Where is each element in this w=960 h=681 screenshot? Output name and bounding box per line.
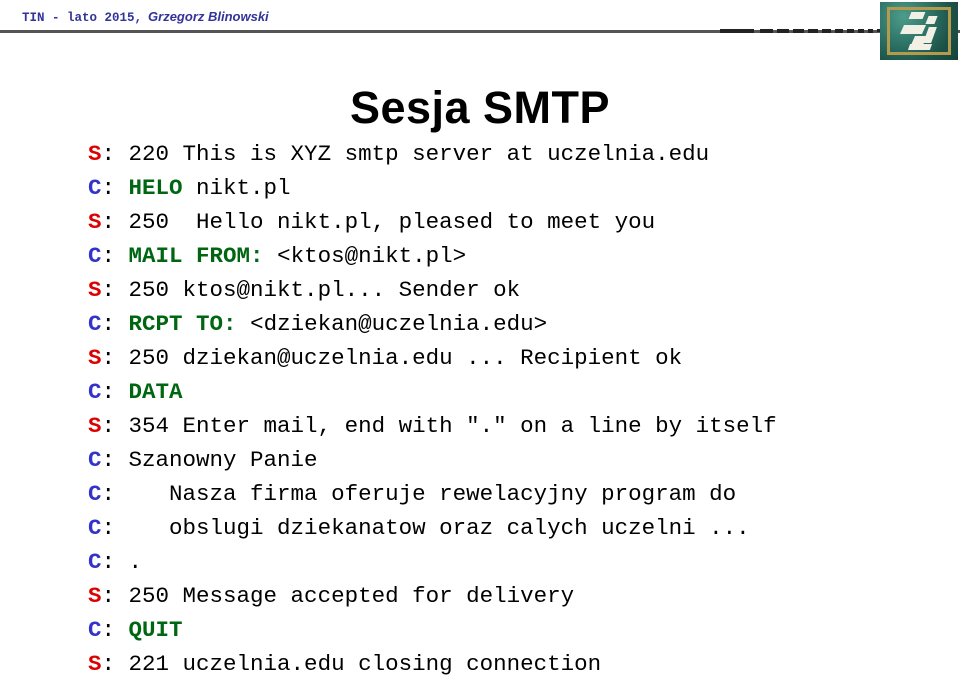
transcript-text: Nasza firma oferuje rewelacyjny program … xyxy=(115,481,737,507)
transcript-text: <dziekan@uczelnia.edu> xyxy=(236,311,548,337)
prefix-separator: : xyxy=(101,311,116,337)
server-prefix: S xyxy=(88,209,102,235)
prefix-separator: : xyxy=(101,209,116,235)
smtp-command: DATA xyxy=(115,379,183,405)
server-prefix: S xyxy=(88,141,102,167)
prefix-separator: : xyxy=(101,481,116,507)
transcript-line: S: 221 uczelnia.edu closing connection xyxy=(88,647,948,681)
prefix-separator: : xyxy=(101,379,116,405)
prefix-separator: : xyxy=(101,549,116,575)
prefix-separator: : xyxy=(101,277,116,303)
transcript-line: C: obslugi dziekanatow oraz calych uczel… xyxy=(88,511,948,545)
transcript-line: S: 250 Hello nikt.pl, pleased to meet yo… xyxy=(88,205,948,239)
server-prefix: S xyxy=(88,277,102,303)
server-prefix: S xyxy=(88,583,102,609)
prefix-separator: : xyxy=(101,141,116,167)
transcript-line: S: 250 dziekan@uczelnia.edu ... Recipien… xyxy=(88,341,948,375)
transcript-text: <ktos@nikt.pl> xyxy=(263,243,467,269)
transcript-line: S: 250 ktos@nikt.pl... Sender ok xyxy=(88,273,948,307)
client-prefix: C xyxy=(88,515,102,541)
transcript-text: 250 dziekan@uczelnia.edu ... Recipient o… xyxy=(115,345,683,371)
client-prefix: C xyxy=(88,549,102,575)
transcript-text: nikt.pl xyxy=(182,175,291,201)
transcript-text: 250 Hello nikt.pl, pleased to meet you xyxy=(115,209,656,235)
client-prefix: C xyxy=(88,379,102,405)
prefix-separator: : xyxy=(101,175,116,201)
header-author-label: Grzegorz Blinowski xyxy=(148,9,269,24)
transcript-line: C: RCPT TO: <dziekan@uczelnia.edu> xyxy=(88,307,948,341)
header-course-label: TIN - lato 2015, xyxy=(22,11,143,25)
smtp-command: RCPT TO: xyxy=(115,311,237,337)
transcript-text: 221 uczelnia.edu closing connection xyxy=(115,651,602,677)
server-prefix: S xyxy=(88,345,102,371)
client-prefix: C xyxy=(88,481,102,507)
prefix-separator: : xyxy=(101,345,116,371)
transcript-text: Szanowny Panie xyxy=(115,447,318,473)
slide-header: TIN - lato 2015, Grzegorz Blinowski xyxy=(0,0,960,60)
prefix-separator: : xyxy=(101,583,116,609)
smtp-command: HELO xyxy=(115,175,183,201)
transcript-text: 220 This is XYZ smtp server at uczelnia.… xyxy=(115,141,710,167)
logo-frame xyxy=(887,7,951,55)
prefix-separator: : xyxy=(101,413,116,439)
prefix-separator: : xyxy=(101,515,116,541)
institute-logo-icon xyxy=(880,2,958,60)
transcript-line: C: MAIL FROM: <ktos@nikt.pl> xyxy=(88,239,948,273)
prefix-separator: : xyxy=(101,617,116,643)
client-prefix: C xyxy=(88,311,102,337)
transcript-line: C: Szanowny Panie xyxy=(88,443,948,477)
client-prefix: C xyxy=(88,617,102,643)
transcript-text: 354 Enter mail, end with "." on a line b… xyxy=(115,413,777,439)
prefix-separator: : xyxy=(101,651,116,677)
transcript-line: C: QUIT xyxy=(88,613,948,647)
page-title: Sesja SMTP xyxy=(349,82,611,134)
client-prefix: C xyxy=(88,175,102,201)
header-attribution: TIN - lato 2015, Grzegorz Blinowski xyxy=(22,9,269,25)
prefix-separator: : xyxy=(101,447,116,473)
server-prefix: S xyxy=(88,651,102,677)
transcript-line: C: HELO nikt.pl xyxy=(88,171,948,205)
transcript-line: C: . xyxy=(88,545,948,579)
smtp-command: MAIL FROM: xyxy=(115,243,264,269)
client-prefix: C xyxy=(88,243,102,269)
client-prefix: C xyxy=(88,447,102,473)
transcript-line: S: 220 This is XYZ smtp server at uczeln… xyxy=(88,137,948,171)
server-prefix: S xyxy=(88,413,102,439)
smtp-command: QUIT xyxy=(115,617,183,643)
transcript-text: . xyxy=(115,549,143,575)
transcript-text: 250 ktos@nikt.pl... Sender ok xyxy=(115,277,521,303)
smtp-session-transcript: S: 220 This is XYZ smtp server at uczeln… xyxy=(88,137,948,681)
transcript-text: obslugi dziekanatow oraz calych uczelni … xyxy=(115,515,750,541)
transcript-line: S: 250 Message accepted for delivery xyxy=(88,579,948,613)
transcript-line: C: DATA xyxy=(88,375,948,409)
transcript-line: C: Nasza firma oferuje rewelacyjny progr… xyxy=(88,477,948,511)
prefix-separator: : xyxy=(101,243,116,269)
transcript-line: S: 354 Enter mail, end with "." on a lin… xyxy=(88,409,948,443)
transcript-text: 250 Message accepted for delivery xyxy=(115,583,575,609)
